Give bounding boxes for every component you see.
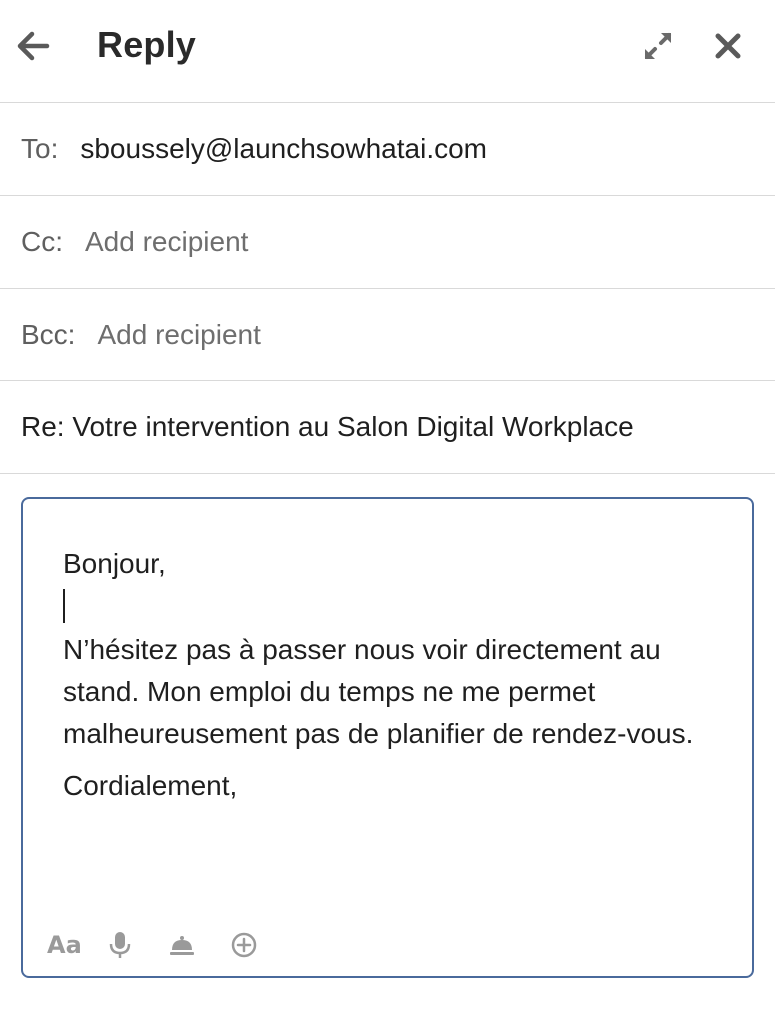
text-format-icon: Aa [47,931,82,959]
expand-button[interactable] [638,26,678,66]
page-title: Reply [97,24,197,65]
compose-toolbar: Aa [47,927,291,963]
to-label: To: [21,133,59,164]
body-paragraph: N’hésitez pas à passer nous voir directe… [63,634,694,749]
bcc-input-placeholder[interactable]: Add recipient [97,319,260,351]
expand-arrows-icon [645,33,671,59]
greeting-line: Bonjour, [63,548,166,579]
compose-header: Reply [0,0,775,103]
to-recipient[interactable]: sboussely@launchsowhatai.com [80,133,487,165]
dictation-button[interactable] [108,927,169,963]
message-body-text[interactable]: Bonjour, N’hésitez pas à passer nous voi… [63,543,733,807]
plus-circle-icon [231,932,257,958]
text-format-button[interactable]: Aa [47,927,108,963]
close-button[interactable] [708,26,748,66]
insert-button[interactable] [230,927,291,963]
closing-line: Cordialement, [63,770,238,801]
close-x-icon [715,33,741,59]
notification-button[interactable] [169,927,230,963]
arrow-left-icon [17,31,50,61]
cc-input-placeholder[interactable]: Add recipient [85,226,248,258]
cc-field[interactable]: Cc: Add recipient [0,196,775,289]
text-cursor [63,589,65,623]
bcc-field[interactable]: Bcc: Add recipient [0,289,775,381]
back-button[interactable] [12,26,54,66]
bell-icon [170,936,194,955]
message-body-editor[interactable]: Bonjour, N’hésitez pas à passer nous voi… [21,497,754,978]
to-field[interactable]: To: sboussely@launchsowhatai.com [0,103,775,196]
cc-label: Cc: [21,226,63,257]
bcc-label: Bcc: [21,318,76,350]
subject-field[interactable]: Re: Votre intervention au Salon Digital … [0,381,775,474]
microphone-icon [109,932,131,958]
subject-text[interactable]: Re: Votre intervention au Salon Digital … [21,411,634,443]
